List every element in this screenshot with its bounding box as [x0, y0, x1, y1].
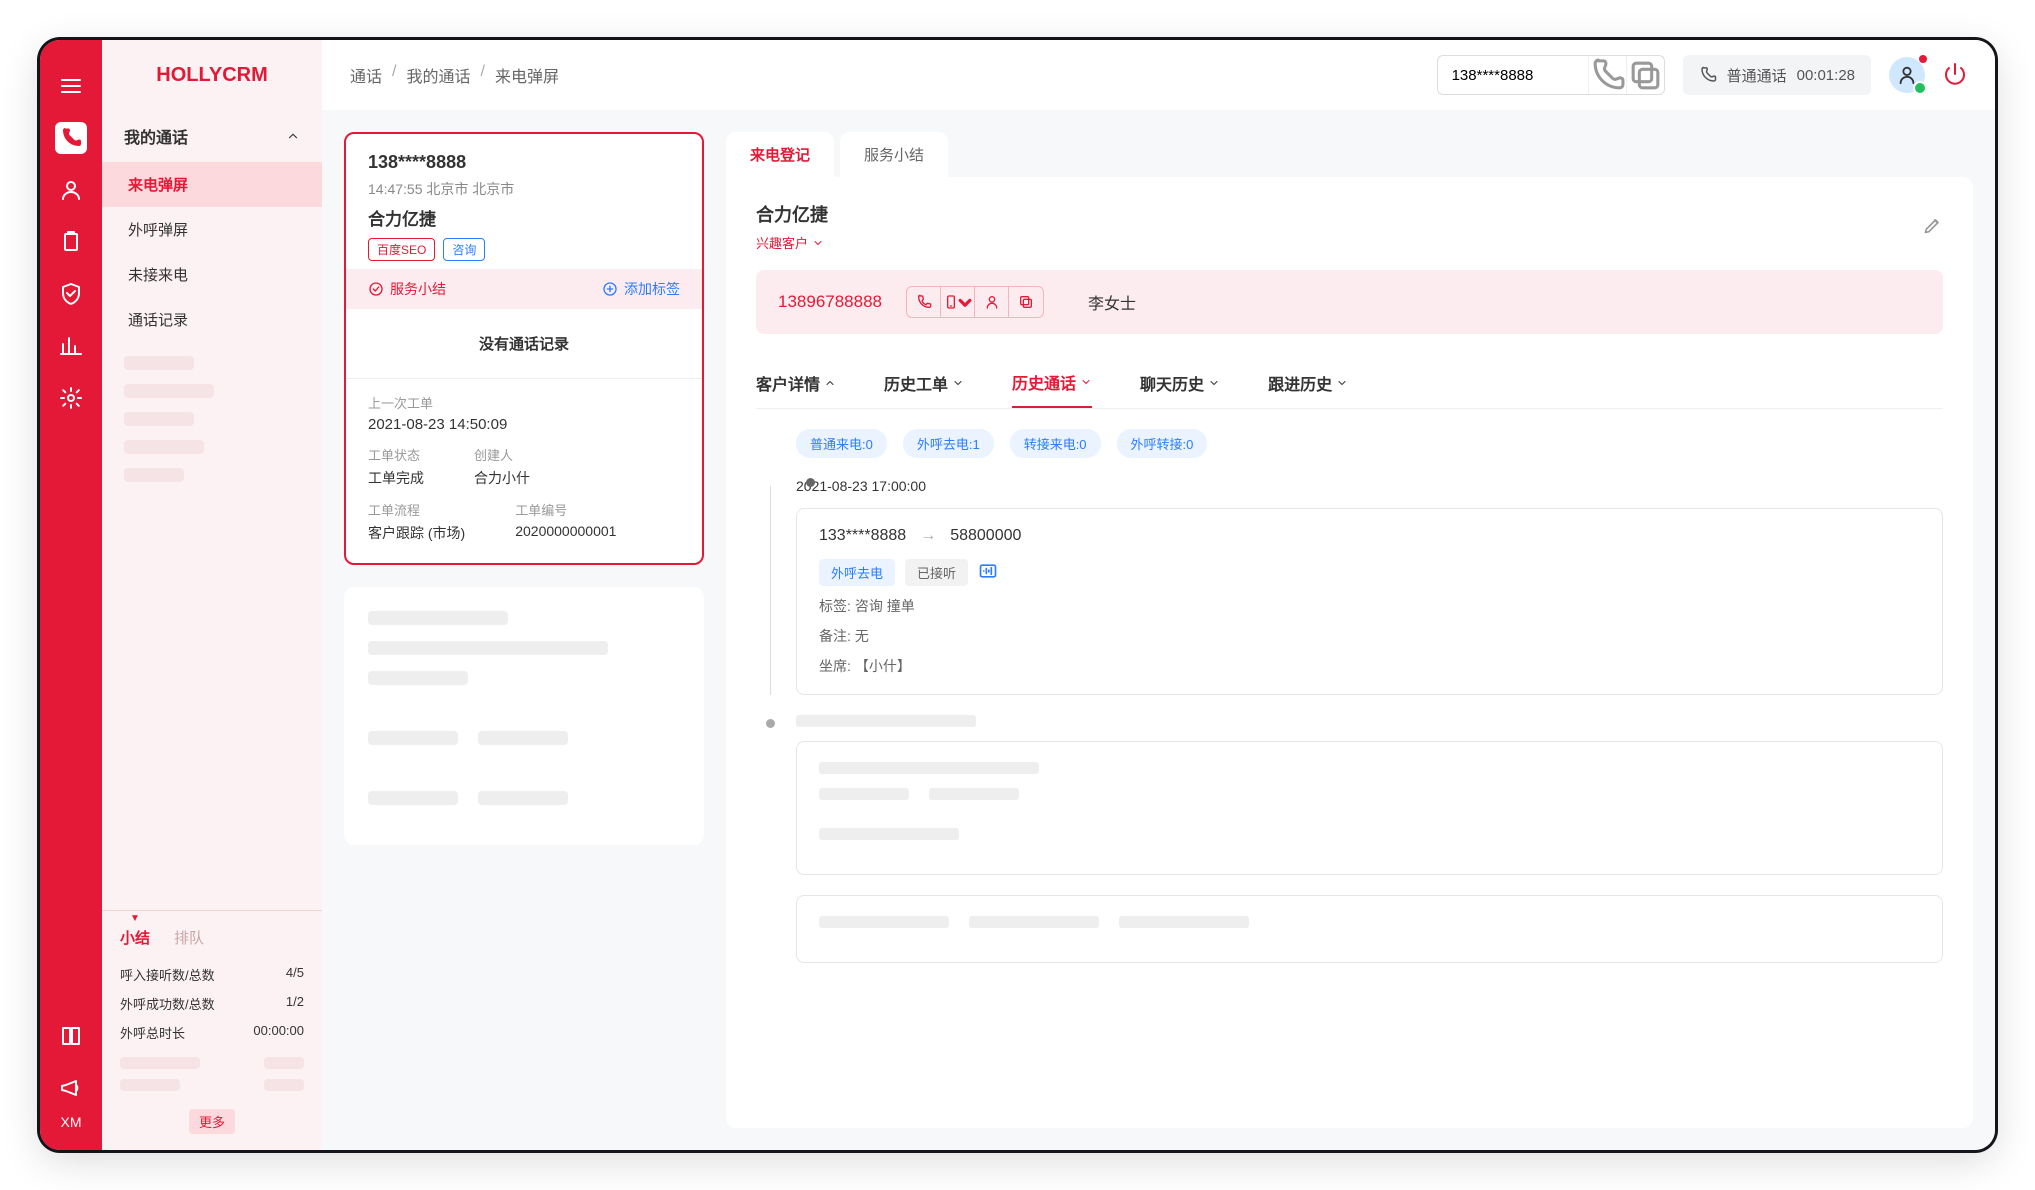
arrow-right-icon: → — [920, 527, 936, 545]
online-dot-icon — [1913, 81, 1927, 95]
stats-tab-summary[interactable]: ▼小结 — [120, 927, 150, 948]
power-icon[interactable] — [1943, 62, 1967, 89]
service-summary-button[interactable]: 服务小结 — [368, 279, 446, 299]
filter-pill[interactable]: 外呼转接:0 — [1117, 429, 1208, 458]
call-icon[interactable] — [907, 287, 941, 317]
customer-type[interactable]: 兴趣客户 — [756, 233, 828, 252]
sidebar-skeleton — [124, 440, 204, 454]
dtab-chat-history[interactable]: 聊天历史 — [1140, 358, 1220, 408]
caller-card: 138****8888 14:47:55 北京市 北京市 合力亿捷 百度SEO … — [344, 132, 704, 565]
sidebar-group-header[interactable]: 我的通话 — [102, 110, 322, 162]
timeline: 2021-08-23 17:00:00 133****8888 → 588000… — [756, 478, 1943, 695]
avatar[interactable] — [1889, 57, 1925, 93]
status-label: 普通通话 — [1727, 65, 1787, 86]
stats-tab-queue[interactable]: 排队 — [174, 927, 204, 948]
tab-service-summary[interactable]: 服务小结 — [840, 132, 948, 177]
no-record-label: 没有通话记录 — [346, 309, 702, 378]
xm-label[interactable]: XM — [61, 1114, 82, 1130]
dtab-history-calls[interactable]: 历史通话 — [1012, 358, 1092, 408]
filter-pill[interactable]: 普通来电:0 — [796, 429, 887, 458]
notif-dot-icon — [1919, 55, 1927, 63]
add-tag-button[interactable]: 添加标签 — [602, 279, 680, 299]
chevron-up-icon — [286, 129, 300, 143]
tab-incoming-register[interactable]: 来电登记 — [726, 132, 834, 177]
chip-status: 已接听 — [905, 559, 968, 586]
dtab-followup-history[interactable]: 跟进历史 — [1268, 358, 1348, 408]
sidebar-skeleton — [124, 412, 194, 426]
clipboard-icon[interactable] — [55, 226, 87, 258]
app-window: XM HOLLYCRM 我的通话 来电弹屏 外呼弹屏 未接来电 通话记录 ▼小结… — [40, 40, 1995, 1150]
filter-pill[interactable]: 转接来电:0 — [1010, 429, 1101, 458]
timeline-dot-icon — [806, 478, 815, 487]
filter-pills: 普通来电:0 外呼去电:1 转接来电:0 外呼转接:0 — [796, 429, 1943, 458]
megaphone-icon[interactable] — [55, 1072, 87, 1104]
waveform-icon[interactable] — [978, 561, 998, 584]
stat-row: 呼入接听数/总数4/5 — [120, 960, 304, 989]
detail-column: 来电登记 服务小结 合力亿捷 兴趣客户 13896788888 — [726, 132, 1973, 1128]
customer-phone-bar: 13896788888 李女士 — [756, 270, 1943, 334]
sidebar-stats: ▼小结 排队 呼入接听数/总数4/5 外呼成功数/总数1/2 外呼总时长00:0… — [102, 910, 322, 1150]
dial-phone-icon[interactable] — [1588, 56, 1626, 94]
caller-tag: 百度SEO — [368, 238, 435, 261]
caller-company: 合力亿捷 — [368, 205, 680, 230]
last-order-info: 上一次工单 2021-08-23 14:50:09 工单状态工单完成 创建人合力… — [346, 378, 702, 563]
edit-icon[interactable] — [1923, 215, 1943, 238]
call-from: 133****8888 — [819, 527, 906, 545]
sidebar-item-records[interactable]: 通话记录 — [102, 297, 322, 342]
sidebar-nav: 我的通话 来电弹屏 外呼弹屏 未接来电 通话记录 — [102, 110, 322, 506]
customer-phone: 13896788888 — [778, 292, 882, 312]
sidebar-skeleton — [124, 384, 214, 398]
sidebar-skeleton — [124, 468, 184, 482]
book-icon[interactable] — [55, 1020, 87, 1052]
sidebar-group-title: 我的通话 — [124, 124, 188, 148]
dial-copy-icon[interactable] — [1626, 56, 1664, 94]
copy-icon[interactable] — [1009, 287, 1043, 317]
more-button[interactable]: 更多 — [189, 1109, 235, 1134]
contact-name: 李女士 — [1088, 290, 1136, 314]
nav-rail: XM — [40, 40, 102, 1150]
order-number-link[interactable]: 2020000000001 — [515, 523, 616, 539]
content: 138****8888 14:47:55 北京市 北京市 合力亿捷 百度SEO … — [322, 110, 1995, 1150]
mobile-icon[interactable] — [941, 287, 975, 317]
topbar: 通话/ 我的通话/ 来电弹屏 普通通话 00:01:28 — [322, 40, 1995, 110]
dial-input-group — [1437, 55, 1665, 95]
main: 通话/ 我的通话/ 来电弹屏 普通通话 00:01:28 — [322, 40, 1995, 1150]
call-status[interactable]: 普通通话 00:01:28 — [1683, 55, 1871, 95]
detail-panel: 合力亿捷 兴趣客户 13896788888 李女士 — [726, 177, 1973, 1128]
sidebar-item-missed[interactable]: 未接来电 — [102, 252, 322, 297]
timeline-card: 133****8888 → 58800000 外呼去电 已接听 标签:咨询 撞单… — [796, 508, 1943, 695]
dial-input[interactable] — [1438, 67, 1588, 84]
phone-icon[interactable] — [55, 122, 87, 154]
skeleton-card — [344, 587, 704, 845]
user-icon[interactable] — [55, 174, 87, 206]
gear-icon[interactable] — [55, 382, 87, 414]
chip-type: 外呼去电 — [819, 559, 895, 586]
contact-icon[interactable] — [975, 287, 1009, 317]
timeline-skeleton — [756, 715, 1943, 963]
caller-tag: 咨询 — [443, 238, 485, 261]
customer-name: 合力亿捷 — [756, 201, 828, 227]
caller-phone: 138****8888 — [368, 152, 680, 173]
caller-time-location: 14:47:55 北京市 北京市 — [368, 179, 680, 199]
breadcrumb: 通话/ 我的通话/ 来电弹屏 — [350, 63, 559, 87]
dtab-customer-detail[interactable]: 客户详情 — [756, 358, 836, 408]
logo: HOLLYCRM — [102, 40, 322, 110]
chart-icon[interactable] — [55, 330, 87, 362]
detail-tabs: 客户详情 历史工单 历史通话 聊天历史 跟进历史 — [756, 358, 1943, 409]
menu-icon[interactable] — [55, 70, 87, 102]
sidebar-item-outgoing-popup[interactable]: 外呼弹屏 — [102, 207, 322, 252]
stat-row: 外呼成功数/总数1/2 — [120, 989, 304, 1018]
sidebar-skeleton — [124, 356, 194, 370]
stat-row: 外呼总时长00:00:00 — [120, 1018, 304, 1047]
shield-icon[interactable] — [55, 278, 87, 310]
sidebar-item-incoming-popup[interactable]: 来电弹屏 — [102, 162, 322, 207]
caller-column: 138****8888 14:47:55 北京市 北京市 合力亿捷 百度SEO … — [344, 132, 704, 1128]
filter-pill[interactable]: 外呼去电:1 — [903, 429, 994, 458]
dtab-history-orders[interactable]: 历史工单 — [884, 358, 964, 408]
phone-actions — [906, 286, 1044, 318]
status-timer: 00:01:28 — [1797, 67, 1855, 84]
timeline-time: 2021-08-23 17:00:00 — [796, 478, 1943, 494]
call-to: 58800000 — [950, 527, 1021, 545]
sidebar: HOLLYCRM 我的通话 来电弹屏 外呼弹屏 未接来电 通话记录 ▼小结 排队… — [102, 40, 322, 1150]
